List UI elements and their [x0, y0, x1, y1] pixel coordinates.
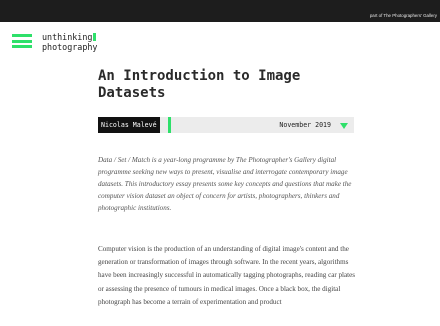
- menu-icon-line: [12, 45, 32, 48]
- menu-icon-line: [12, 39, 32, 43]
- hamburger-menu-icon[interactable]: [12, 34, 32, 48]
- top-bar: part of The Photographers' Gallery: [0, 0, 440, 22]
- article-intro: Data / Set / Match is a year-long progra…: [98, 156, 352, 212]
- chevron-down-icon[interactable]: [340, 122, 348, 129]
- author-name[interactable]: Nicolas Malevé: [98, 117, 160, 133]
- logo-cursor-icon: [93, 33, 97, 41]
- menu-icon-line: [12, 34, 32, 37]
- author-accent: [168, 117, 171, 133]
- article-body: Computer vision is the production of an …: [98, 245, 356, 306]
- logo-line-2: photography: [42, 42, 98, 52]
- site-logo[interactable]: unthinking photography: [42, 32, 97, 52]
- article-meta-bar: Nicolas Malevé November 2019: [98, 117, 354, 133]
- gallery-link[interactable]: part of The Photographers' Gallery: [370, 13, 437, 19]
- article-date: November 2019: [279, 121, 331, 129]
- logo-line-1: unthinking: [42, 32, 93, 42]
- article-title: An Introduction to Image Datasets: [98, 68, 301, 101]
